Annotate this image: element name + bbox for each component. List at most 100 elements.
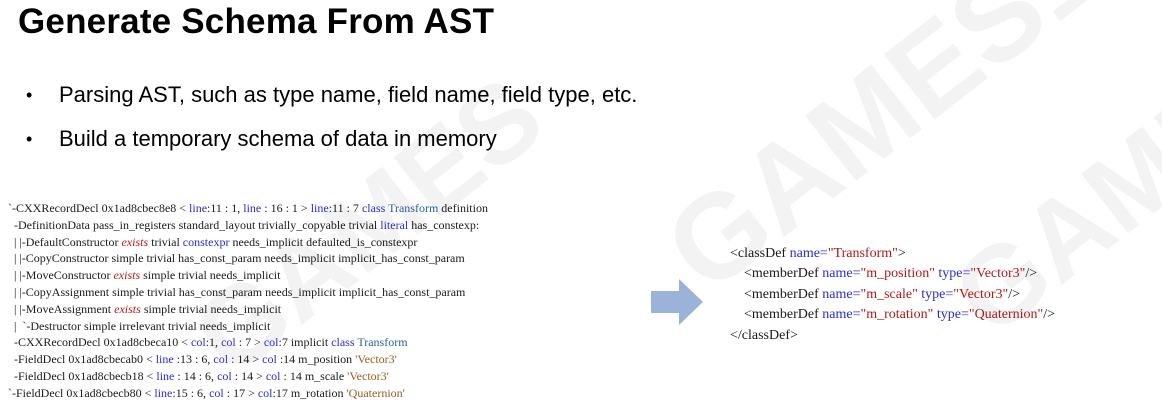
- ast-dump-token: `-CXXRecordDecl 0x1ad8cbec8e8 <: [8, 201, 190, 215]
- ast-dump-token: | |-CopyAssignment simple trivial has_co…: [8, 284, 466, 299]
- ast-dump-token: | `-Destructor simple irrelevant trivial…: [8, 318, 271, 333]
- ast-dump-token: class: [361, 201, 386, 215]
- ast-dump-token: needs_implicit defaulted_is_constexpr: [229, 234, 418, 249]
- schema-xml-token: type=: [933, 307, 969, 323]
- ast-dump-token: | |-CopyConstructor simple trivial has_c…: [8, 251, 465, 266]
- ast-dump-line: -FieldDecl 0x1ad8cbecb18 < line : 14 : 6…: [8, 368, 680, 385]
- ast-dump-line: | |-MoveAssignment exists simple trivial…: [8, 301, 680, 318]
- ast-dump-token: 'Vector3': [347, 368, 389, 383]
- ast-dump-token: line: [155, 352, 174, 367]
- ast-dump-token: has_constexp:: [408, 217, 480, 232]
- ast-dump-token: col: [217, 368, 232, 383]
- ast-dump-token: : 14 >: [231, 368, 266, 383]
- ast-dump-token: :11 : 1,: [207, 201, 244, 215]
- ast-dump-token: simple trivial needs_implicit: [140, 301, 282, 316]
- schema-xml-token: name=: [789, 246, 828, 261]
- schema-xml-token: type=: [917, 286, 954, 302]
- ast-dump-token: | |-MoveConstructor: [8, 268, 114, 283]
- ast-dump-token: -DefinitionData pass_in_registers standa…: [8, 217, 381, 232]
- ast-dump-token: col: [221, 335, 236, 350]
- bullet-text: Build a temporary schema of data in memo…: [59, 126, 497, 151]
- ast-dump-token: Transform: [388, 201, 439, 215]
- ast-dump-token: constexpr: [182, 234, 230, 249]
- ast-dump-token: col: [262, 352, 277, 367]
- schema-xml-token: type=: [934, 266, 971, 282]
- ast-dump-token: : 14 : 6,: [174, 368, 218, 383]
- schema-xml-code-block: <classDef name="Transform"> <memberDef n…: [730, 244, 1055, 346]
- ast-dump-line: | |-CopyConstructor simple trivial has_c…: [8, 250, 680, 267]
- ast-dump-line: `-CXXRecordDecl 0x1ad8cbec8e8 < line:11 …: [8, 200, 680, 217]
- ast-dump-token: line: [156, 368, 175, 383]
- ast-dump-token: trivial: [148, 234, 183, 249]
- schema-xml-token: name=: [822, 266, 861, 282]
- ast-dump-token: line: [310, 201, 329, 215]
- schema-xml-token: "Transform": [827, 246, 898, 261]
- ast-dump-token: : 7 >: [235, 335, 264, 350]
- ast-dump-token: col: [257, 385, 273, 400]
- ast-dump-token: line: [189, 201, 208, 215]
- ast-dump-token: 'Quaternion': [346, 385, 405, 400]
- ast-dump-line: | `-Destructor simple irrelevant trivial…: [8, 318, 680, 335]
- ast-dump-token: | |-DefaultConstructor: [8, 234, 122, 249]
- ast-dump-token: col: [265, 368, 281, 383]
- ast-dump-token: | |-MoveAssignment: [8, 301, 115, 316]
- schema-xml-line: <memberDef name="m_position" type="Vecto…: [730, 264, 1055, 284]
- ast-dump-line: `-FieldDecl 0x1ad8cbecb80 < line:15 : 6,…: [8, 385, 680, 402]
- bullet-item: • Parsing AST, such as type name, field …: [26, 73, 637, 117]
- ast-dump-token: :17 m_rotation: [272, 385, 347, 400]
- ast-dump-token: :7 implicit: [278, 335, 332, 350]
- ast-dump-code-block: `-CXXRecordDecl 0x1ad8cbec8e8 < line:11 …: [8, 200, 680, 402]
- ast-dump-token: :14 m_position: [276, 352, 356, 367]
- bullet-list: • Parsing AST, such as type name, field …: [26, 73, 637, 161]
- bullet-text: Parsing AST, such as type name, field na…: [59, 82, 638, 107]
- ast-dump-token: class: [331, 335, 355, 350]
- schema-xml-line: <memberDef name="m_rotation" type="Quate…: [730, 305, 1055, 325]
- ast-dump-line: -CXXRecordDecl 0x1ad8cbeca10 < col:1, co…: [8, 334, 680, 351]
- ast-dump-token: -FieldDecl 0x1ad8cbecab0 <: [8, 352, 156, 367]
- schema-xml-token: "Vector3": [970, 266, 1026, 282]
- schema-xml-token: name=: [822, 307, 861, 323]
- ast-dump-token: :1,: [205, 335, 222, 350]
- schema-xml-token: <memberDef: [730, 307, 823, 323]
- ast-dump-token: :13 : 6,: [173, 352, 214, 367]
- ast-dump-token: Transform: [357, 335, 408, 350]
- schema-xml-token: "Vector3": [953, 286, 1009, 302]
- ast-dump-token: : 17 >: [223, 385, 258, 400]
- schema-xml-token: >: [897, 246, 906, 261]
- schema-xml-token: </classDef>: [730, 327, 798, 343]
- ast-dump-token: :15 : 6,: [172, 385, 210, 400]
- right-arrow-icon: [651, 279, 703, 325]
- bullet-dot-icon: •: [26, 128, 33, 149]
- schema-xml-token: "Quaternion": [968, 307, 1044, 323]
- schema-xml-token: />: [1008, 286, 1021, 302]
- schema-xml-token: <classDef: [730, 246, 790, 261]
- schema-xml-token: "m_scale": [860, 286, 918, 302]
- ast-dump-line: -DefinitionData pass_in_registers standa…: [8, 217, 680, 234]
- ast-dump-token: col: [209, 385, 224, 400]
- schema-xml-token: "m_position": [860, 266, 935, 282]
- ast-dump-line: | |-CopyAssignment simple trivial has_co…: [8, 284, 680, 301]
- ast-dump-token: exists: [114, 301, 141, 316]
- schema-xml-line: <memberDef name="m_scale" type="Vector3"…: [730, 285, 1055, 305]
- ast-dump-token: col: [263, 335, 279, 350]
- schema-xml-token: <memberDef: [730, 286, 823, 302]
- ast-dump-line: -FieldDecl 0x1ad8cbecab0 < line :13 : 6,…: [8, 351, 680, 368]
- schema-xml-token: name=: [822, 286, 861, 302]
- ast-dump-token: `-FieldDecl 0x1ad8cbecb80 <: [8, 385, 155, 400]
- ast-dump-token: line: [243, 201, 262, 215]
- ast-dump-token: : 14 >: [228, 352, 263, 367]
- schema-xml-token: <memberDef: [730, 266, 823, 282]
- ast-dump-token: : 16 : 1 >: [261, 201, 311, 215]
- schema-xml-token: "m_rotation": [860, 307, 934, 323]
- ast-dump-token: col: [213, 352, 229, 367]
- ast-dump-line: | |-MoveConstructor exists simple trivia…: [8, 267, 680, 284]
- schema-xml-line: <classDef name="Transform">: [730, 244, 1055, 264]
- ast-dump-token: -CXXRecordDecl 0x1ad8cbeca10 <: [8, 335, 192, 350]
- slide-title: Generate Schema From AST: [18, 2, 495, 41]
- ast-dump-line: | |-DefaultConstructor exists trivial co…: [8, 234, 680, 251]
- ast-dump-token: :11 : 7: [328, 201, 362, 215]
- ast-dump-token: literal: [380, 217, 409, 232]
- schema-xml-token: />: [1043, 307, 1056, 323]
- ast-dump-token: line: [154, 385, 173, 400]
- bullet-item: • Build a temporary schema of data in me…: [26, 117, 637, 161]
